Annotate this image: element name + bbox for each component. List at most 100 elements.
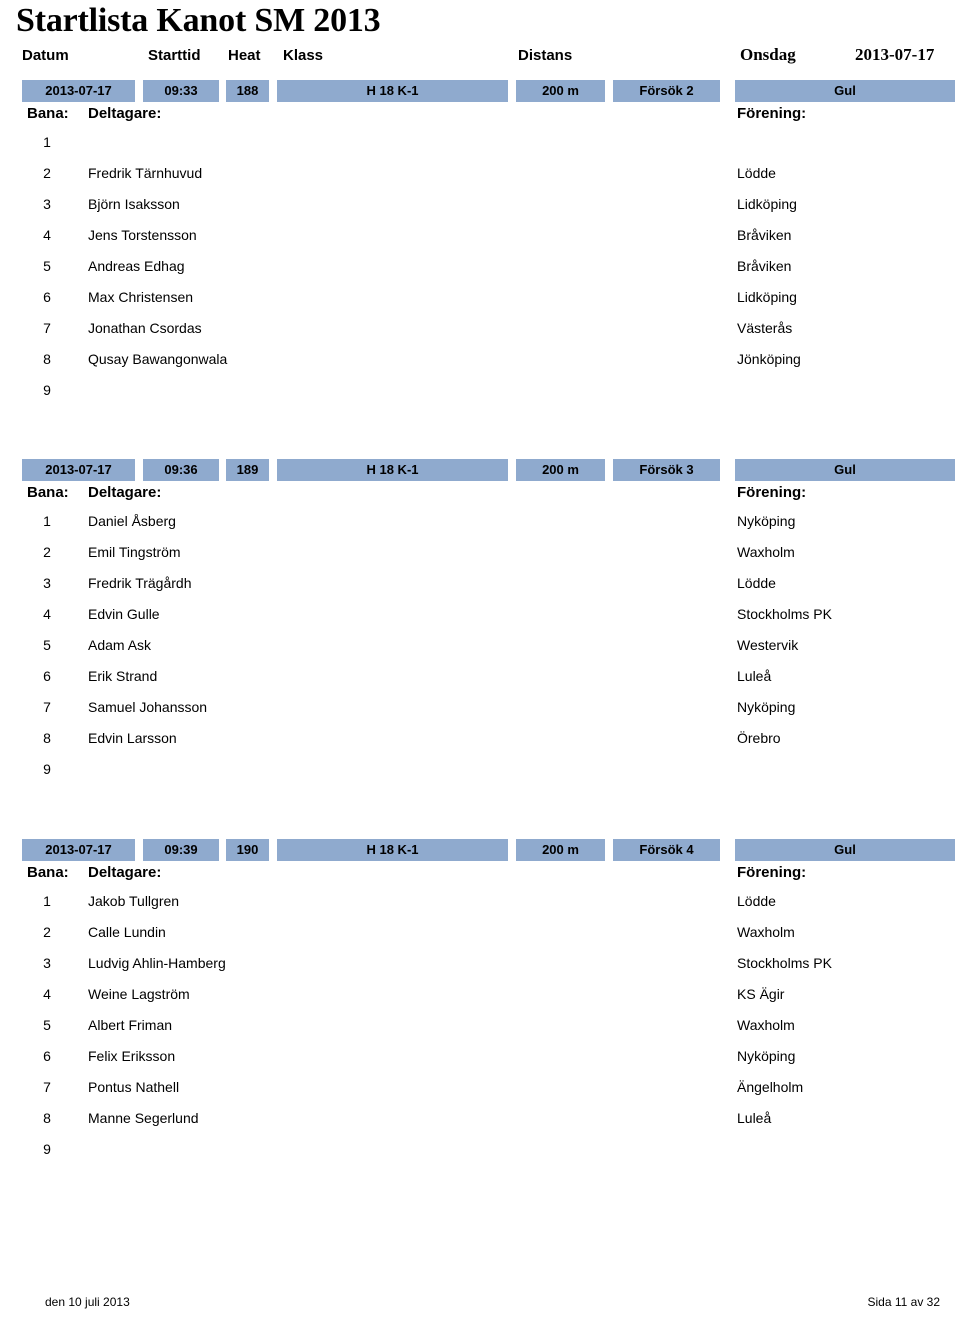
subheader-lane: Bana:	[27, 484, 69, 501]
participant-name: Edvin Larsson	[88, 730, 177, 746]
heat-summary-bar: 2013-07-17 09:36 189 H 18 K-1 200 m Försök 3 G…	[0, 459, 960, 481]
lane-number: 7	[43, 1079, 51, 1095]
heat-cell-group: Gul	[735, 80, 955, 102]
lane-number: 3	[43, 196, 51, 212]
participant-name: Qusay Bawangonwala	[88, 351, 228, 367]
lane-number: 3	[43, 955, 51, 971]
participant-name: Max Christensen	[88, 289, 194, 305]
participant-club: Bråviken	[737, 227, 792, 243]
participant-club: Ängelholm	[737, 1079, 804, 1095]
heat-summary-bar: 2013-07-17 09:33 188 H 18 K-1 200 m Försök 2 G…	[0, 80, 960, 102]
heat-cell-round: Försök 2	[613, 80, 720, 102]
participant-club: Waxholm	[737, 544, 795, 560]
table-row: 6 Felix Eriksson Nyköping	[0, 1042, 960, 1073]
participant-club: Stockholms PK	[737, 955, 832, 971]
participant-table-header: Bana: Deltagare: Förening:	[0, 861, 960, 887]
table-row: 1	[0, 128, 960, 159]
heat-cell-time: 09:39	[143, 839, 219, 861]
subheader-club: Förening:	[737, 484, 807, 501]
heat-cell-class: H 18 K-1	[277, 839, 508, 861]
participant-name: Albert Friman	[88, 1017, 173, 1033]
lane-number: 6	[43, 1048, 51, 1064]
lane-number: 5	[43, 258, 51, 274]
lane-number: 8	[43, 1110, 51, 1126]
lane-number: 4	[43, 606, 51, 622]
table-row: 9	[0, 376, 960, 407]
lane-number: 2	[43, 544, 51, 560]
heat-cell-round: Försök 3	[613, 459, 720, 481]
participant-name: Jens Torstensson	[88, 227, 197, 243]
lane-number: 9	[43, 382, 51, 398]
participant-club: Nyköping	[737, 1048, 796, 1064]
lane-number: 8	[43, 351, 51, 367]
participant-name: Ludvig Ahlin-Hamberg	[88, 955, 226, 971]
participant-name: Manne Segerlund	[88, 1110, 199, 1126]
column-header-row: Datum Starttid Heat Klass Distans Onsdag…	[0, 45, 960, 70]
column-label-distans: Distans	[518, 47, 573, 64]
subheader-lane: Bana:	[27, 105, 69, 122]
table-row: 5 Albert Friman Waxholm	[0, 1011, 960, 1042]
table-row: 5 Adam Ask Westervik	[0, 631, 960, 662]
participant-club: Bråviken	[737, 258, 792, 274]
table-row: 3 Björn Isaksson Lidköping	[0, 190, 960, 221]
heat-cell-date: 2013-07-17	[22, 459, 135, 481]
heat-cell-time: 09:33	[143, 80, 219, 102]
heat-cell-distance: 200 m	[516, 459, 605, 481]
table-row: 3 Ludvig Ahlin-Hamberg Stockholms PK	[0, 949, 960, 980]
lane-number: 3	[43, 575, 51, 591]
lane-number: 7	[43, 320, 51, 336]
participant-name: Daniel Åsberg	[88, 513, 176, 529]
participant-name: Jonathan Csordas	[88, 320, 202, 336]
table-row: 4 Edvin Gulle Stockholms PK	[0, 600, 960, 631]
table-row: 8 Manne Segerlund Luleå	[0, 1104, 960, 1135]
column-label-klass: Klass	[283, 47, 324, 64]
participant-club: Westervik	[737, 637, 799, 653]
lane-number: 6	[43, 668, 51, 684]
participant-club: Lödde	[737, 575, 776, 591]
column-label-starttid: Starttid	[148, 47, 201, 64]
lane-number: 6	[43, 289, 51, 305]
participant-rows: 1 Jakob Tullgren Lödde 2 Calle Lundin Waxholm…	[0, 887, 960, 1166]
lane-number: 5	[43, 637, 51, 653]
participant-club: Waxholm	[737, 1017, 795, 1033]
table-row: 7 Pontus Nathell Ängelholm	[0, 1073, 960, 1104]
participant-club: Västerås	[737, 320, 793, 336]
participant-club: KS Ägir	[737, 986, 785, 1002]
participant-club: Nyköping	[737, 513, 796, 529]
participant-club: Lödde	[737, 893, 776, 909]
participant-club: Luleå	[737, 1110, 772, 1126]
participant-name: Jakob Tullgren	[88, 893, 180, 909]
lane-number: 1	[43, 893, 51, 909]
participant-name: Calle Lundin	[88, 924, 166, 940]
subheader-participant: Deltagare:	[88, 105, 162, 122]
startlist-page: Startlista Kanot SM 2013 Datum Starttid …	[0, 0, 960, 1331]
page-title: Startlista Kanot SM 2013	[16, 2, 381, 39]
subheader-club: Förening:	[737, 864, 807, 881]
lane-number: 9	[43, 1141, 51, 1157]
participant-club: Lidköping	[737, 196, 797, 212]
lane-number: 9	[43, 761, 51, 777]
participant-name: Fredrik Tärnhuvud	[88, 165, 203, 181]
lane-number: 5	[43, 1017, 51, 1033]
heat-cell-number: 189	[226, 459, 269, 481]
participant-name: Felix Eriksson	[88, 1048, 176, 1064]
participant-table-header: Bana: Deltagare: Förening:	[0, 481, 960, 507]
participant-name: Weine Lagström	[88, 986, 190, 1002]
participant-name: Samuel Johansson	[88, 699, 208, 715]
heat-cell-date: 2013-07-17	[22, 80, 135, 102]
table-row: 7 Jonathan Csordas Västerås	[0, 314, 960, 345]
table-row: 8 Qusay Bawangonwala Jönköping	[0, 345, 960, 376]
table-row: 5 Andreas Edhag Bråviken	[0, 252, 960, 283]
subheader-participant: Deltagare:	[88, 484, 162, 501]
participant-name: Adam Ask	[88, 637, 152, 653]
lane-number: 4	[43, 227, 51, 243]
heat-cell-number: 188	[226, 80, 269, 102]
participant-name: Björn Isaksson	[88, 196, 180, 212]
participant-club: Jönköping	[737, 351, 801, 367]
subheader-participant: Deltagare:	[88, 864, 162, 881]
table-row: 4 Weine Lagström KS Ägir	[0, 980, 960, 1011]
participant-name: Edvin Gulle	[88, 606, 160, 622]
heat-cell-group: Gul	[735, 839, 955, 861]
table-row: 6 Max Christensen Lidköping	[0, 283, 960, 314]
table-row: 9	[0, 755, 960, 786]
